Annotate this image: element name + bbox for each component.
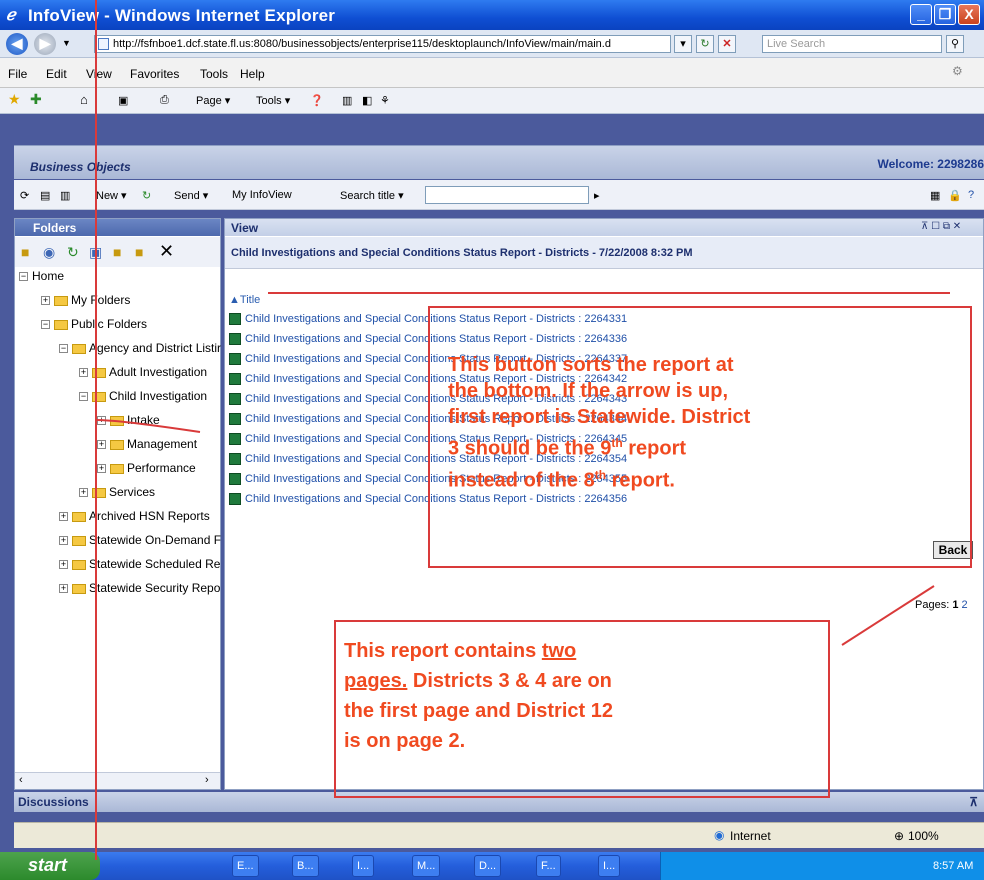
tree-connector-line bbox=[95, 419, 201, 433]
annotation-lines bbox=[95, 0, 950, 860]
pages-connector-line bbox=[841, 585, 935, 646]
